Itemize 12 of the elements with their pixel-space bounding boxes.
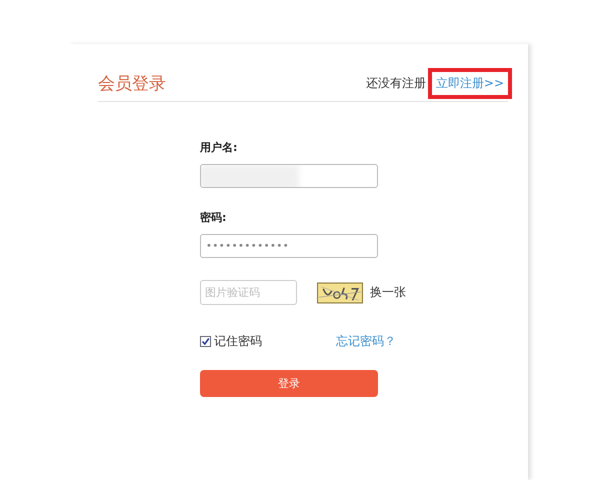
username-label: 用户名: (200, 140, 238, 155)
captcha-field[interactable]: 图片验证码 (200, 280, 297, 305)
username-field[interactable] (200, 164, 378, 188)
password-label: 密码: (200, 210, 228, 225)
refresh-captcha-link[interactable]: 换一张 (370, 284, 406, 301)
register-prompt: 还没有注册 (366, 75, 426, 92)
remember-checkbox[interactable] (200, 336, 211, 347)
login-button[interactable]: 登录 (200, 370, 378, 397)
remember-label: 记住密码 (214, 333, 262, 350)
password-field[interactable]: ••••••••••••• (200, 234, 378, 258)
page-title: 会员登录 (98, 73, 166, 95)
forgot-password-link[interactable]: 忘记密码？ (336, 333, 396, 350)
